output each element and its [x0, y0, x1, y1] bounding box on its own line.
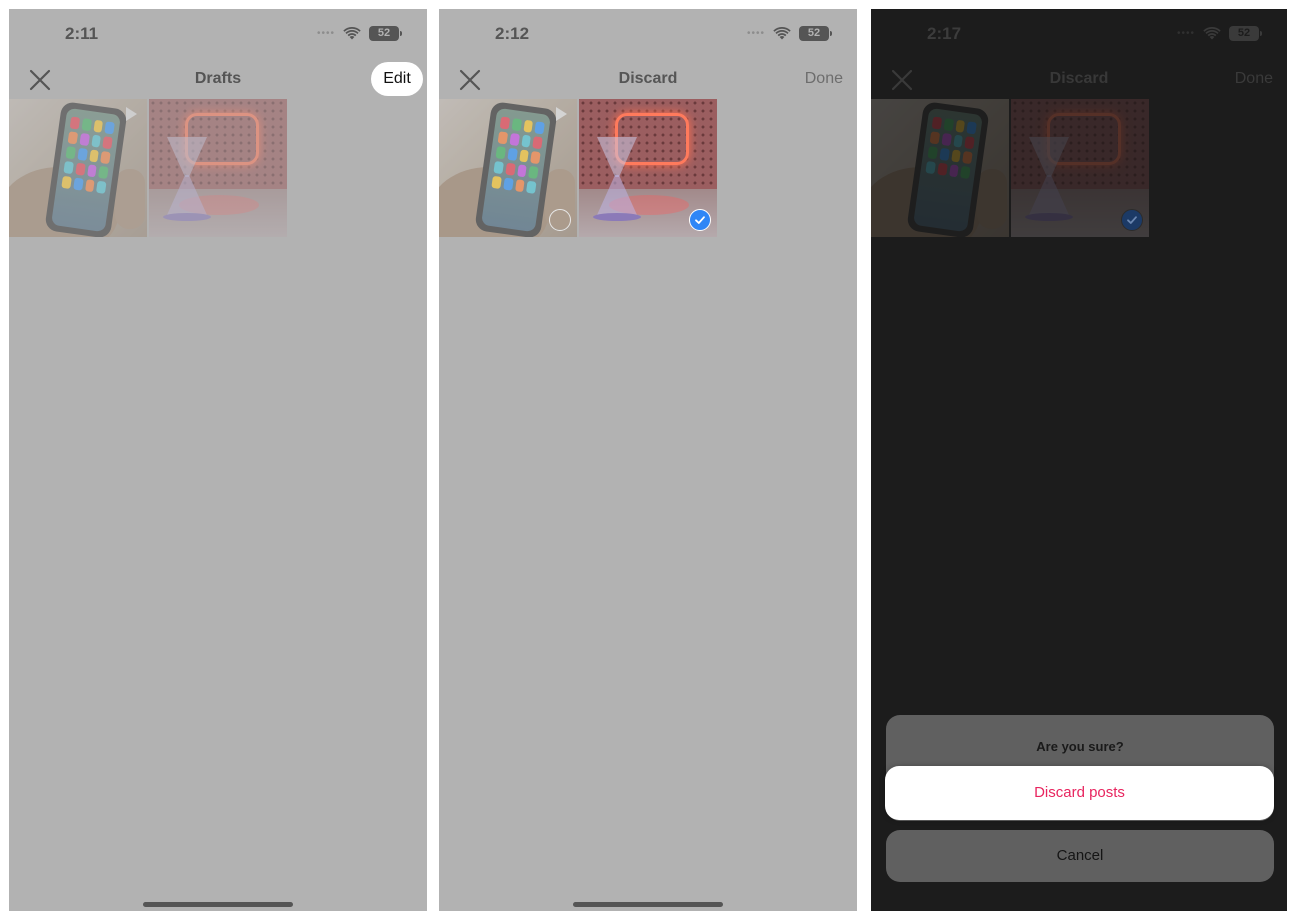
- wifi-icon: [343, 27, 361, 40]
- edit-button[interactable]: Edit: [371, 62, 423, 96]
- battery-icon: 52: [369, 26, 402, 41]
- nav-bar: Drafts Edit: [9, 61, 427, 97]
- signal-dots-icon: ••••: [1176, 28, 1195, 39]
- action-sheet-title: Are you sure?: [1036, 739, 1124, 754]
- nav-bar: Discard Done: [871, 61, 1287, 97]
- drafts-grid: [871, 99, 1149, 237]
- home-indicator: [143, 902, 293, 907]
- draft-thumbnail[interactable]: [9, 99, 147, 237]
- status-time: 2:17: [927, 24, 962, 43]
- checkmark-icon[interactable]: [689, 209, 711, 231]
- drafts-grid: [439, 99, 717, 237]
- checkmark-icon: [1121, 209, 1143, 231]
- status-indicators: •••• 52: [1176, 26, 1262, 41]
- page-title: Discard: [618, 70, 678, 87]
- draft-thumbnail[interactable]: [149, 99, 287, 237]
- draft-thumbnail: [871, 99, 1009, 237]
- screen-drafts: 2:11 •••• 52 Drafts Edit: [9, 9, 427, 911]
- status-indicators: •••• 52: [316, 26, 402, 41]
- drafts-grid: [9, 99, 287, 237]
- screen-discard-select: 2:12 •••• 52 Discard Done: [439, 9, 857, 911]
- signal-dots-icon: ••••: [316, 28, 335, 39]
- page-title: Drafts: [194, 70, 242, 87]
- status-time: 2:11: [65, 24, 99, 43]
- draft-thumbnail: [1011, 99, 1149, 237]
- select-circle-icon[interactable]: [549, 209, 571, 231]
- done-button[interactable]: Done: [805, 70, 843, 88]
- battery-icon: 52: [1229, 26, 1262, 41]
- battery-icon: 52: [799, 26, 832, 41]
- discard-posts-button[interactable]: Discard posts: [885, 766, 1274, 820]
- status-indicators: •••• 52: [746, 26, 832, 41]
- page-title: Discard: [1049, 70, 1109, 87]
- draft-thumbnail[interactable]: [579, 99, 717, 237]
- wifi-icon: [1203, 27, 1221, 40]
- wifi-icon: [773, 27, 791, 40]
- status-time: 2:12: [495, 24, 530, 43]
- draft-thumbnail[interactable]: [439, 99, 577, 237]
- done-button[interactable]: Done: [1235, 70, 1273, 88]
- screen-discard-confirm: 2:17 •••• 52 Discard Done Are you sure? …: [871, 9, 1287, 911]
- signal-dots-icon: ••••: [746, 28, 765, 39]
- cancel-button[interactable]: Cancel: [886, 830, 1274, 882]
- home-indicator: [573, 902, 723, 907]
- nav-bar: Discard Done: [439, 61, 857, 97]
